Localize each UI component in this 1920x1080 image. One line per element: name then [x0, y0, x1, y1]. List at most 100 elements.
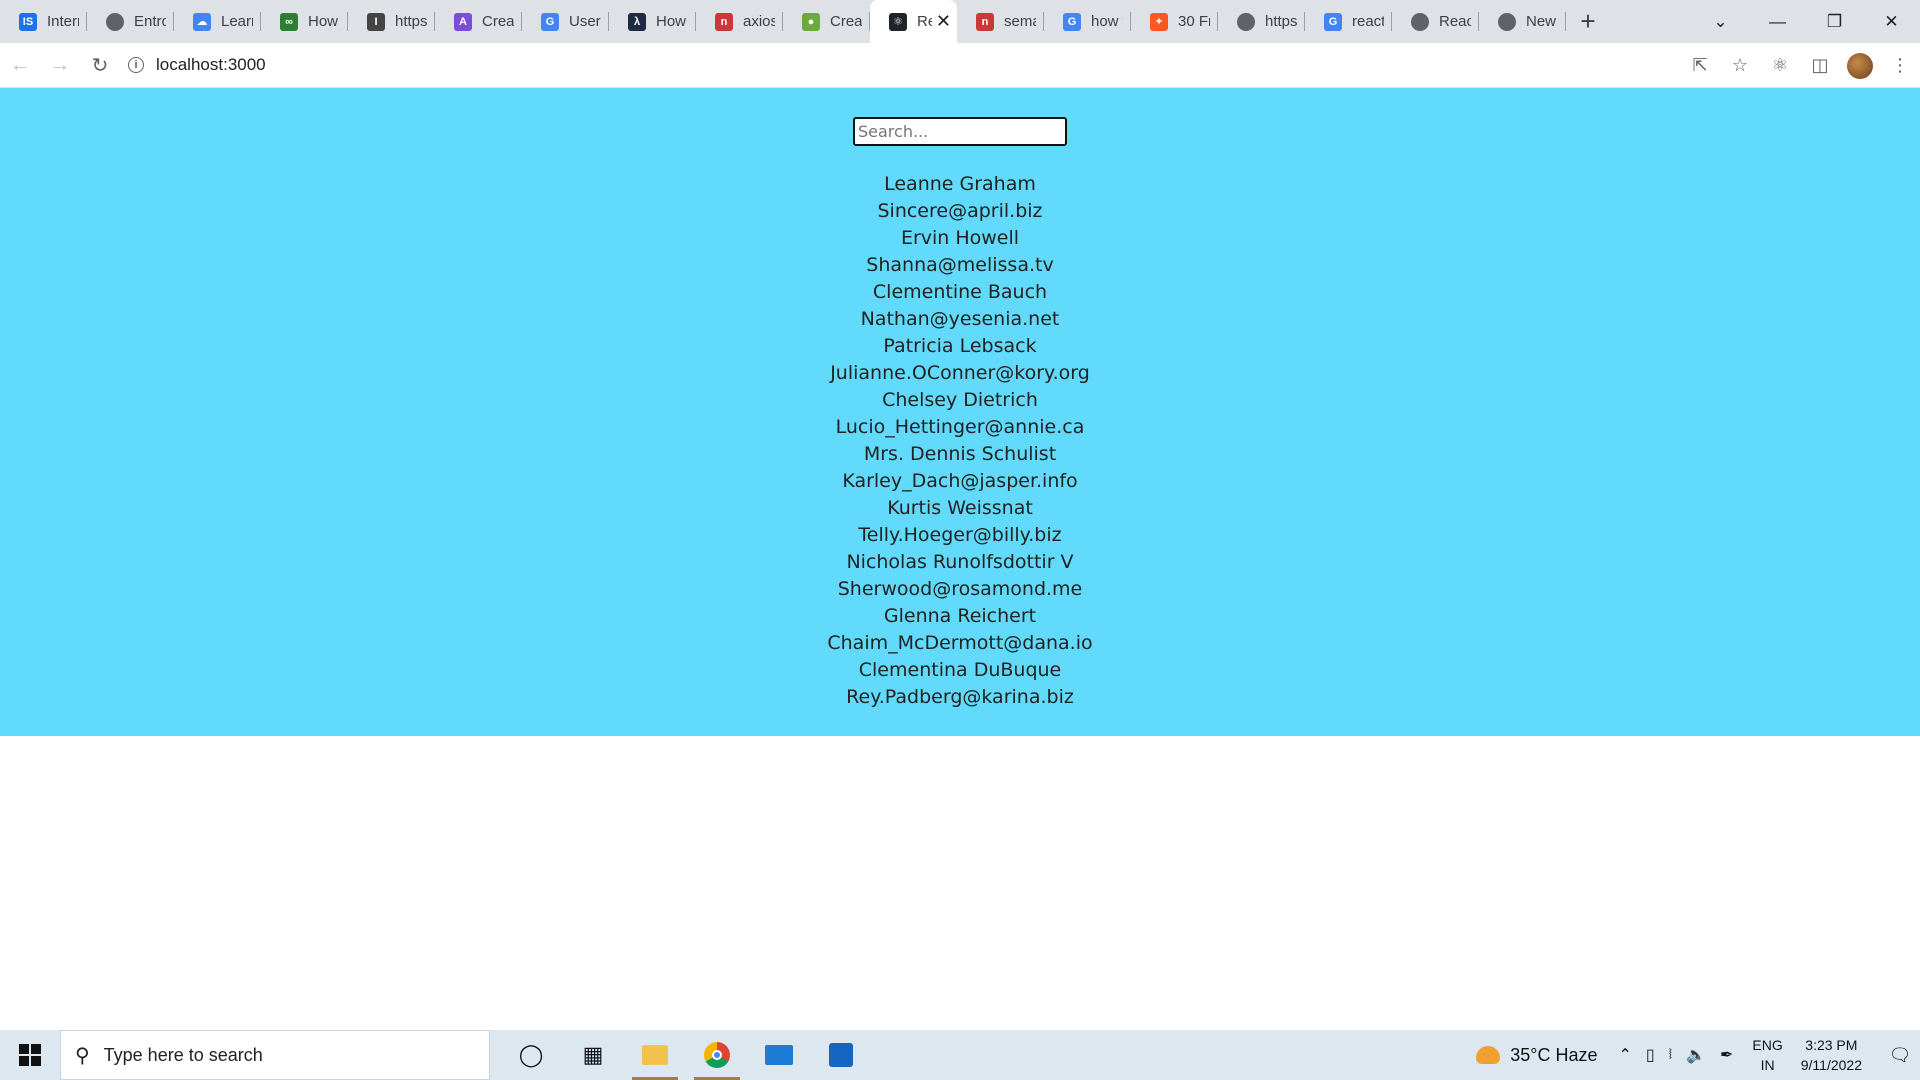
user-name: Ervin Howell	[900, 227, 1020, 249]
new-tab-button[interactable]: +	[1566, 0, 1610, 43]
tab-title: Learn	[221, 13, 253, 30]
clock[interactable]: 3:23 PM 9/11/2022	[1801, 1035, 1862, 1075]
address-bar[interactable]: i localhost:3000	[128, 47, 1628, 83]
site-info-icon[interactable]: i	[128, 57, 144, 73]
mail-icon[interactable]	[748, 1030, 810, 1080]
url-text: localhost:3000	[156, 55, 266, 74]
tab-item[interactable]: nsema	[957, 0, 1044, 43]
store-icon[interactable]	[810, 1030, 872, 1080]
link-icon: ∞	[280, 12, 298, 31]
tab-item[interactable]: IS Intern	[0, 0, 87, 43]
file-explorer-icon[interactable]	[624, 1030, 686, 1080]
cloud-icon: ☁	[193, 12, 211, 31]
user-name: Chelsey Dietrich	[882, 389, 1038, 411]
tab-item[interactable]: https:	[1218, 0, 1305, 43]
pen-icon[interactable]: ✒	[1720, 1045, 1733, 1065]
tab-strip: ISInternEntro☁Learn∞How tIhttps:ACreatGU…	[0, 0, 1920, 43]
wifi-icon[interactable]: ⧘	[1669, 1046, 1672, 1064]
share-icon[interactable]: ⇱	[1680, 48, 1720, 84]
start-button[interactable]	[0, 1030, 60, 1080]
tab-title: Intern	[47, 13, 79, 30]
notification-center-icon[interactable]: 🗨	[1880, 1045, 1920, 1066]
tab-item[interactable]: A Creat	[435, 0, 522, 43]
tab-item[interactable]: New	[1479, 0, 1566, 43]
tab-item[interactable]: Entro	[87, 0, 174, 43]
tab-item[interactable]: Ihttps:	[348, 0, 435, 43]
user-email: Rey.Padberg@karina.biz	[846, 686, 1074, 708]
io-icon: I	[367, 12, 385, 31]
tab-item[interactable]: Ghow t	[1044, 0, 1131, 43]
tab-item[interactable]: ∞ How t	[261, 0, 348, 43]
user-name: Nicholas Runolfsdottir V	[846, 551, 1074, 573]
leaf-icon: ●	[802, 12, 820, 31]
tab-title: How t	[656, 13, 688, 30]
task-view-icon[interactable]: ▦	[562, 1030, 624, 1080]
google-icon: G	[1063, 12, 1081, 31]
page-viewport: Leanne Graham Sincere@april.biz Ervin Howe…	[0, 88, 1920, 1030]
system-tray: 35°C Haze ⌃ ▯ ⧘ 🔈 ✒ ENG IN 3:23 PM 9/11/…	[1476, 1030, 1920, 1080]
globe-icon	[1237, 12, 1255, 31]
tab-item[interactable]: Greact	[1305, 0, 1392, 43]
cortana-icon[interactable]: ◯	[500, 1030, 562, 1080]
tab-item[interactable]: λ How t	[609, 0, 696, 43]
tab-item[interactable]: G User c	[522, 0, 609, 43]
vite-icon: A	[454, 12, 472, 31]
weather-widget[interactable]: 35°C Haze	[1476, 1045, 1598, 1066]
window-controls: ⌄ — ❐ ✕	[1692, 0, 1920, 43]
tab-item[interactable]: ☁ Learn	[174, 0, 261, 43]
user-name: Glenna Reichert	[883, 605, 1037, 627]
forward-button[interactable]: →	[40, 47, 80, 83]
user-email: Sherwood@rosamond.me	[837, 578, 1083, 600]
avatar	[1847, 52, 1873, 79]
tab-title: https:	[395, 13, 427, 30]
user-email: Shanna@melissa.tv	[866, 254, 1054, 276]
menu-kebab-icon[interactable]: ⋮	[1880, 48, 1920, 84]
language-indicator[interactable]: ENG IN	[1752, 1035, 1782, 1075]
back-button[interactable]: ←	[0, 47, 40, 83]
user-name: Clementine Bauch	[872, 281, 1048, 303]
tab-title: Creat	[830, 13, 862, 30]
extensions-icon[interactable]: ⚛	[1760, 48, 1800, 84]
weather-haze-icon	[1476, 1046, 1501, 1064]
windows-logo-icon	[19, 1044, 41, 1066]
tab-item[interactable]: n axios	[696, 0, 783, 43]
globe-icon	[106, 12, 124, 31]
user-email: Nathan@yesenia.net	[860, 308, 1060, 330]
tab-item[interactable]: ⚛ Re✕	[870, 0, 957, 43]
tab-search-icon[interactable]: ⌄	[1692, 2, 1749, 42]
google-icon: G	[1324, 12, 1342, 31]
taskbar-search-box[interactable]: ⚲ Type here to search	[60, 1030, 490, 1080]
tab-title: Entro	[134, 13, 166, 30]
user-email: Lucio_Hettinger@annie.ca	[835, 416, 1085, 438]
lang-bottom: IN	[1760, 1057, 1775, 1073]
pinned-apps: ◯ ▦	[500, 1030, 872, 1080]
browser-toolbar: ← → ↻ i localhost:3000 ⇱ ☆ ⚛ ◫ ⋮	[0, 43, 1920, 88]
taskbar-search-placeholder: Type here to search	[103, 1044, 263, 1065]
bookmark-star-icon[interactable]: ☆	[1720, 48, 1760, 84]
profile-avatar[interactable]	[1840, 48, 1880, 84]
user-name: Patricia Lebsack	[883, 335, 1037, 357]
tab-title: Re	[917, 13, 932, 30]
battery-icon[interactable]: ▯	[1646, 1045, 1655, 1065]
tab-title: New	[1526, 13, 1557, 30]
search-input[interactable]	[853, 117, 1067, 146]
chrome-icon[interactable]	[686, 1030, 748, 1080]
restore-button[interactable]: ❐	[1806, 2, 1863, 42]
minimize-button[interactable]: —	[1749, 2, 1806, 42]
tab-item[interactable]: React	[1392, 0, 1479, 43]
tab-item[interactable]: ● Creat	[783, 0, 870, 43]
fire-icon: ✦	[1150, 12, 1168, 31]
user-name: Kurtis Weissnat	[887, 497, 1033, 519]
tab-item[interactable]: ✦ 30 Fr	[1131, 0, 1218, 43]
tab-title: how t	[1091, 13, 1123, 30]
volume-icon[interactable]: 🔈	[1686, 1045, 1706, 1065]
chevron-up-icon[interactable]: ⌃	[1619, 1045, 1632, 1065]
reload-button[interactable]: ↻	[80, 47, 120, 83]
close-tab-icon[interactable]: ✕	[936, 11, 951, 32]
npm-icon: n	[715, 12, 733, 31]
tab-title: User c	[569, 13, 601, 30]
search-icon: ⚲	[75, 1044, 90, 1067]
user-email: Julianne.OConner@kory.org	[830, 362, 1090, 384]
side-panel-icon[interactable]: ◫	[1800, 48, 1840, 84]
close-window-button[interactable]: ✕	[1863, 2, 1920, 42]
